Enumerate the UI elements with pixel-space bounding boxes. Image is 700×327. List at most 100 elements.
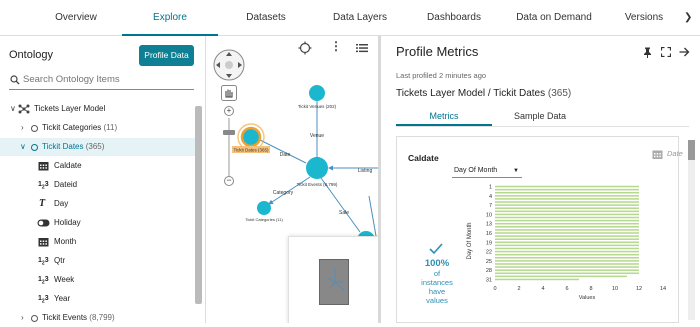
chart-bar [495,278,579,281]
node-label: Tickit Dates (365) [233,148,269,153]
chart-bar [495,247,639,250]
tree-item-count: (365) [85,142,105,151]
graph-node[interactable] [240,126,262,148]
y-tick-label: 16 [486,231,492,237]
chart-bar [495,191,639,194]
node-label: Tickit Categories (11) [245,217,283,222]
tab-metrics[interactable]: Metrics [396,106,492,126]
field-item[interactable]: 123 Qtr [0,252,195,270]
tab-versions[interactable]: Versions [611,0,677,36]
x-tick-label: 12 [636,286,642,292]
tab-divider [396,126,689,127]
y-tick-label: 10 [486,212,492,218]
tree-item-count: (11) [103,123,118,132]
chevron-down-icon[interactable]: ∨ [20,138,26,156]
fullscreen-icon[interactable] [661,47,671,57]
last-profiled-text: Last profiled 2 minutes ago [396,71,487,80]
chart-bar [495,188,639,191]
profile-data-button[interactable]: Profile Data [139,45,194,66]
minimap[interactable] [288,236,378,323]
field-item[interactable]: T Day [0,195,195,213]
calendar-icon [38,162,49,171]
edge-label: Category [273,190,294,196]
chevron-right-icon[interactable]: › [21,119,24,137]
completeness-caption: of [433,269,441,278]
tab-data-layers[interactable]: Data Layers [318,0,402,36]
panel-scrollbar-thumb[interactable] [688,140,695,160]
tab-explore[interactable]: Explore [122,0,218,36]
search-input[interactable] [23,74,191,85]
completeness-caption: instances [421,278,453,287]
ontology-title: Ontology [9,49,54,61]
node-label: Tickit Venues (202) [298,104,337,109]
number-type-icon: 123 [38,257,49,267]
breadcrumb: Tickets Layer Model / Tickit Dates (365) [396,88,571,99]
x-tick-label: 14 [660,286,666,292]
chevron-down-icon[interactable]: ∨ [10,100,16,118]
tab-sample-data[interactable]: Sample Data [492,106,588,126]
chart-bar [495,269,639,271]
completeness: 100% of instances have values [415,258,459,305]
field-item[interactable]: Holiday [0,214,195,232]
tree-item-tickit-dates[interactable]: ∨ Tickit Dates (365) [0,138,195,156]
chart-bar [495,238,639,240]
field-item[interactable]: 123 Dateid [0,176,195,194]
field-item[interactable]: Caldate [0,157,195,175]
panel-title: Profile Metrics [396,44,479,59]
minimap-viewport[interactable] [319,259,349,305]
pin-icon[interactable] [643,47,652,58]
chart-bar [495,260,639,262]
arrow-right-icon[interactable] [679,47,690,57]
field-label: Year [54,294,71,303]
chart-bar [495,216,639,219]
chart-bar [495,219,639,222]
number-type-icon: 123 [38,295,49,305]
tab-overview[interactable]: Overview [36,0,116,36]
edge-label: Date [280,152,291,158]
chart-bar [495,257,639,259]
chart-bar [495,250,639,253]
tab-data-on-demand[interactable]: Data on Demand [508,0,600,36]
tree-item-tickit-events[interactable]: › Tickit Events (8,799) [0,309,195,327]
completeness-caption: have [428,287,446,296]
field-label: Day [54,199,69,208]
chart-bar [495,241,639,244]
chart-bar [495,204,639,206]
chart-bar [495,244,639,247]
field-label: Caldate [54,161,82,170]
chart-bar [495,213,639,216]
tab-dashboards[interactable]: Dashboards [412,0,496,36]
graph-node[interactable] [306,157,328,179]
chart-bar [495,226,639,228]
check-icon [429,243,443,255]
x-tick-label: 10 [612,286,618,292]
chevron-right-icon[interactable]: › [21,309,24,327]
tree-item-tickit-categories[interactable]: › Tickit Categories (11) [0,119,195,137]
tree-root-label: Tickets Layer Model [34,104,106,113]
completeness-percent: 100% [424,258,450,269]
ontology-panel: Ontology Profile Data ∨ Tickets Layer Mo… [0,36,206,323]
x-tick-label: 2 [517,286,520,292]
tab-datasets[interactable]: Datasets [224,0,308,36]
top-navigation: Overview Explore Datasets Data Layers Da… [0,0,700,36]
y-tick-label: 19 [486,240,492,246]
x-tick-label: 8 [589,286,592,292]
edge-label: Listing [358,168,373,174]
entity-icon [31,144,38,151]
metric-dropdown[interactable]: Day Of Month ▼ [452,164,522,178]
panel-scrollbar-track[interactable] [688,140,695,320]
field-name: Caldate [408,153,439,163]
entity-icon [31,315,38,322]
graph-node[interactable] [257,201,271,215]
graph-edge [368,195,377,237]
tree-root-item[interactable]: ∨ Tickets Layer Model [0,100,195,118]
chart-bar [495,222,639,225]
field-item[interactable]: Month [0,233,195,251]
graph-node[interactable] [309,85,325,101]
graph-canvas[interactable]: ⋮ + − Tickit Venues (202) Tickit Dates (… [206,36,378,323]
chart-bar [495,235,639,237]
field-item[interactable]: 123 Week [0,271,195,289]
field-item[interactable]: 123 Year [0,290,195,308]
chevron-right-icon[interactable]: ❯ [684,12,692,23]
ontology-scrollbar[interactable] [195,106,202,304]
